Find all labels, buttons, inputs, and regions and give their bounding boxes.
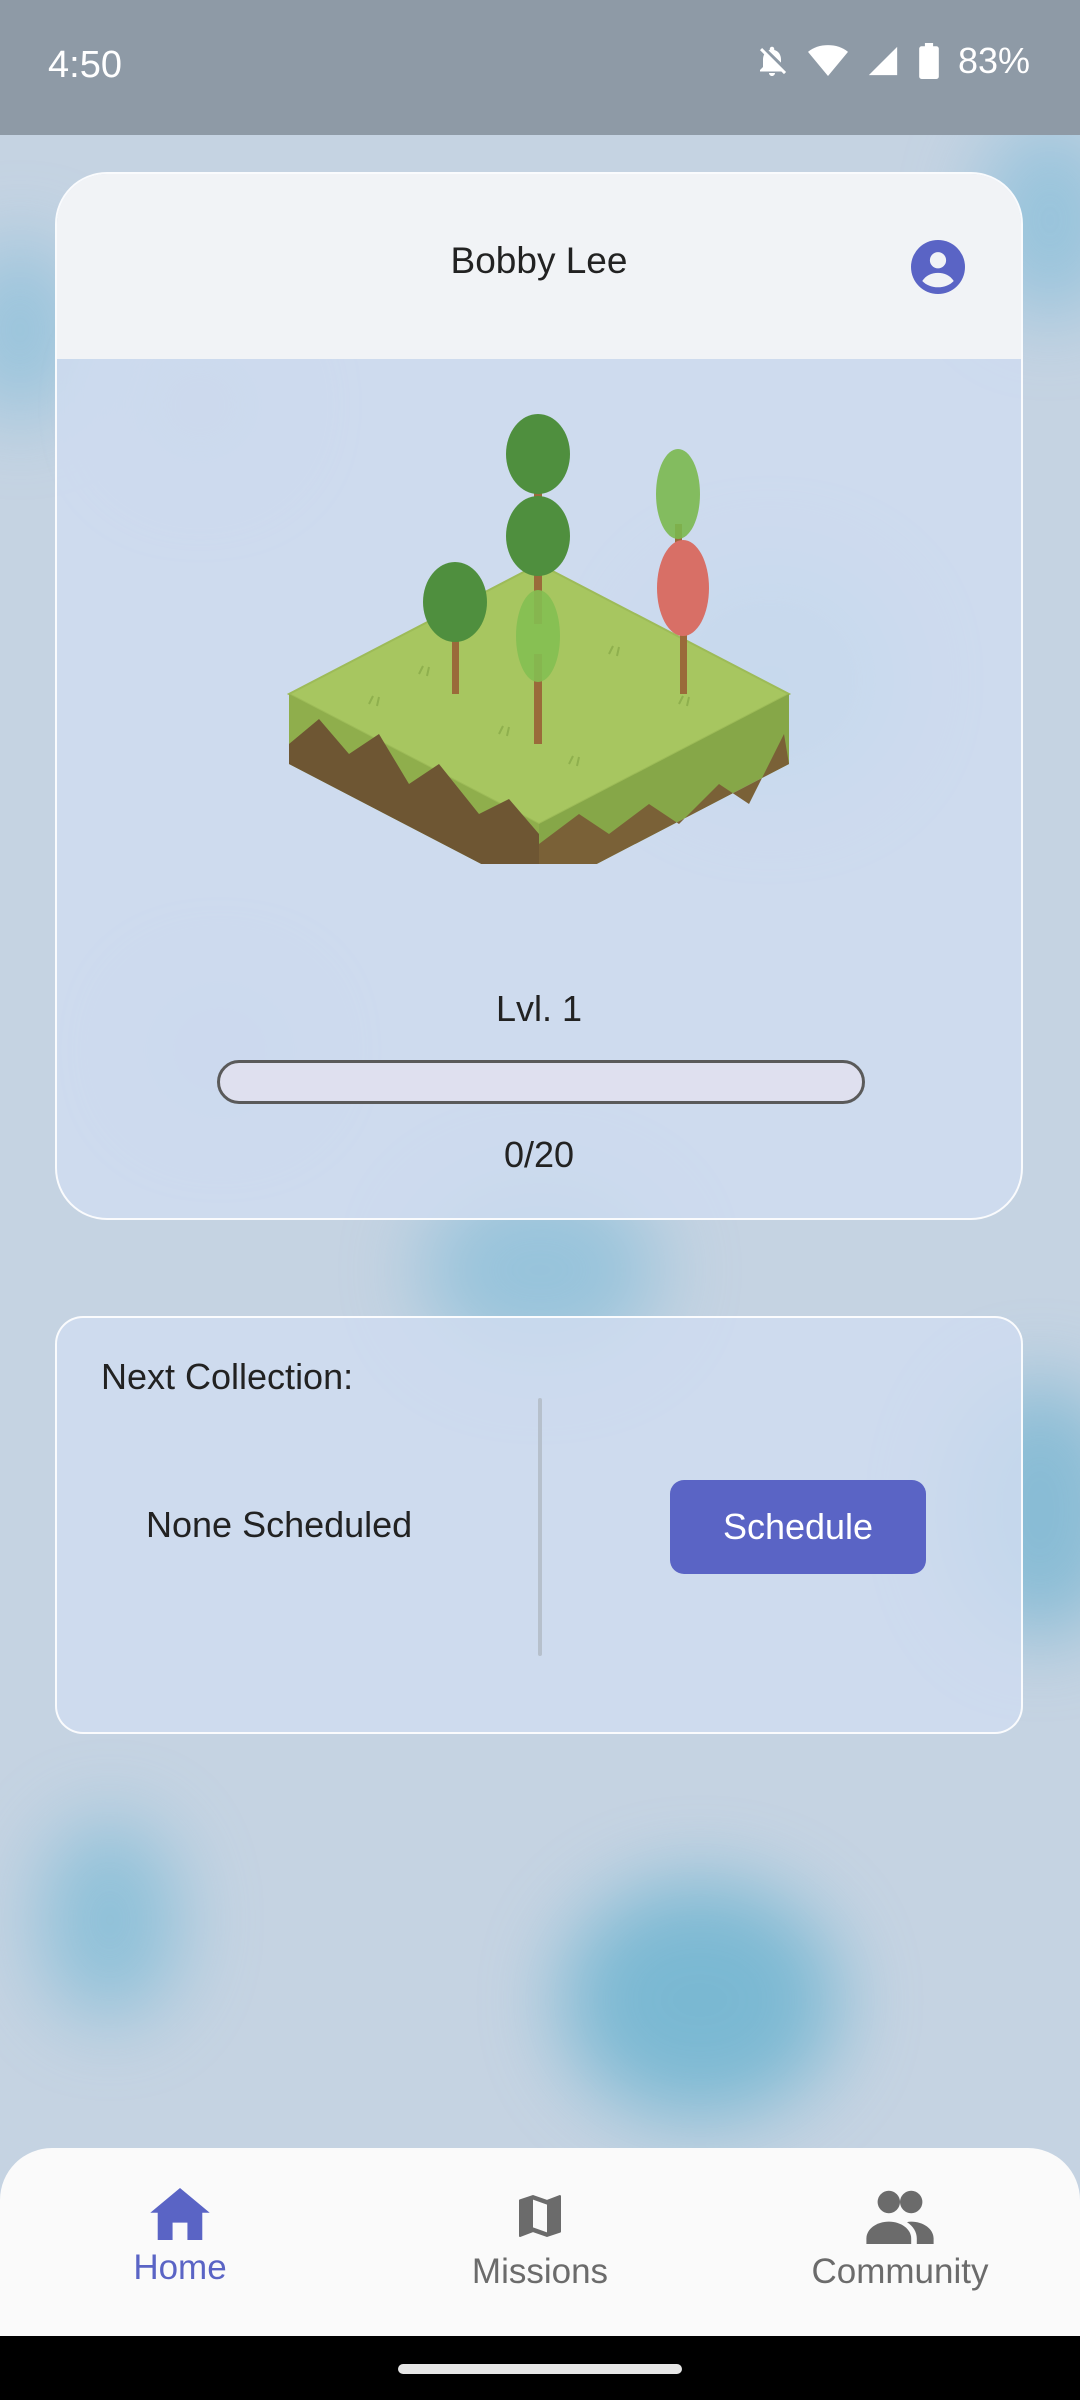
bell-off-icon (759, 46, 787, 76)
status-bar: 4:50 83% (0, 0, 1080, 135)
nav-label-missions: Missions (471, 2252, 609, 2291)
battery-percent: 83% (957, 40, 1030, 81)
level-progress-bar (217, 1060, 865, 1104)
nav-label-home: Home (133, 2248, 227, 2287)
status-time: 4:50 (48, 44, 122, 86)
battery-icon (919, 43, 939, 79)
status-icons: 83% (754, 40, 1030, 82)
next-collection-title: Next Collection: (101, 1356, 354, 1397)
nav-item-missions[interactable]: Missions (410, 2188, 670, 2292)
profile-card: Bobby Lee Lvl. 1 0/20 (55, 172, 1023, 1220)
profile-header: Bobby Lee (57, 174, 1021, 359)
level-label: Lvl. 1 (495, 988, 583, 1029)
gesture-handle[interactable] (398, 2364, 682, 2374)
account-circle-icon[interactable] (911, 240, 965, 294)
island-illustration (286, 414, 792, 864)
next-collection-card: Next Collection: None Scheduled Schedule (55, 1316, 1023, 1734)
gesture-navigation-area (0, 2336, 1080, 2400)
group-icon (866, 2190, 934, 2244)
nav-label-community: Community (811, 2252, 989, 2291)
map-icon (519, 2195, 561, 2237)
schedule-button[interactable]: Schedule (670, 1480, 926, 1574)
signal-icon (868, 46, 898, 76)
user-name: Bobby Lee (450, 240, 628, 281)
wifi-icon (807, 45, 848, 76)
nav-item-home[interactable]: Home (50, 2188, 310, 2288)
collection-status: None Scheduled (146, 1504, 413, 1545)
divider (538, 1398, 542, 1656)
level-progress-text: 0/20 (503, 1134, 575, 1175)
bottom-navigation: Home Missions Community (0, 2148, 1080, 2338)
nav-item-community[interactable]: Community (770, 2188, 1030, 2292)
home-icon (150, 2188, 210, 2240)
